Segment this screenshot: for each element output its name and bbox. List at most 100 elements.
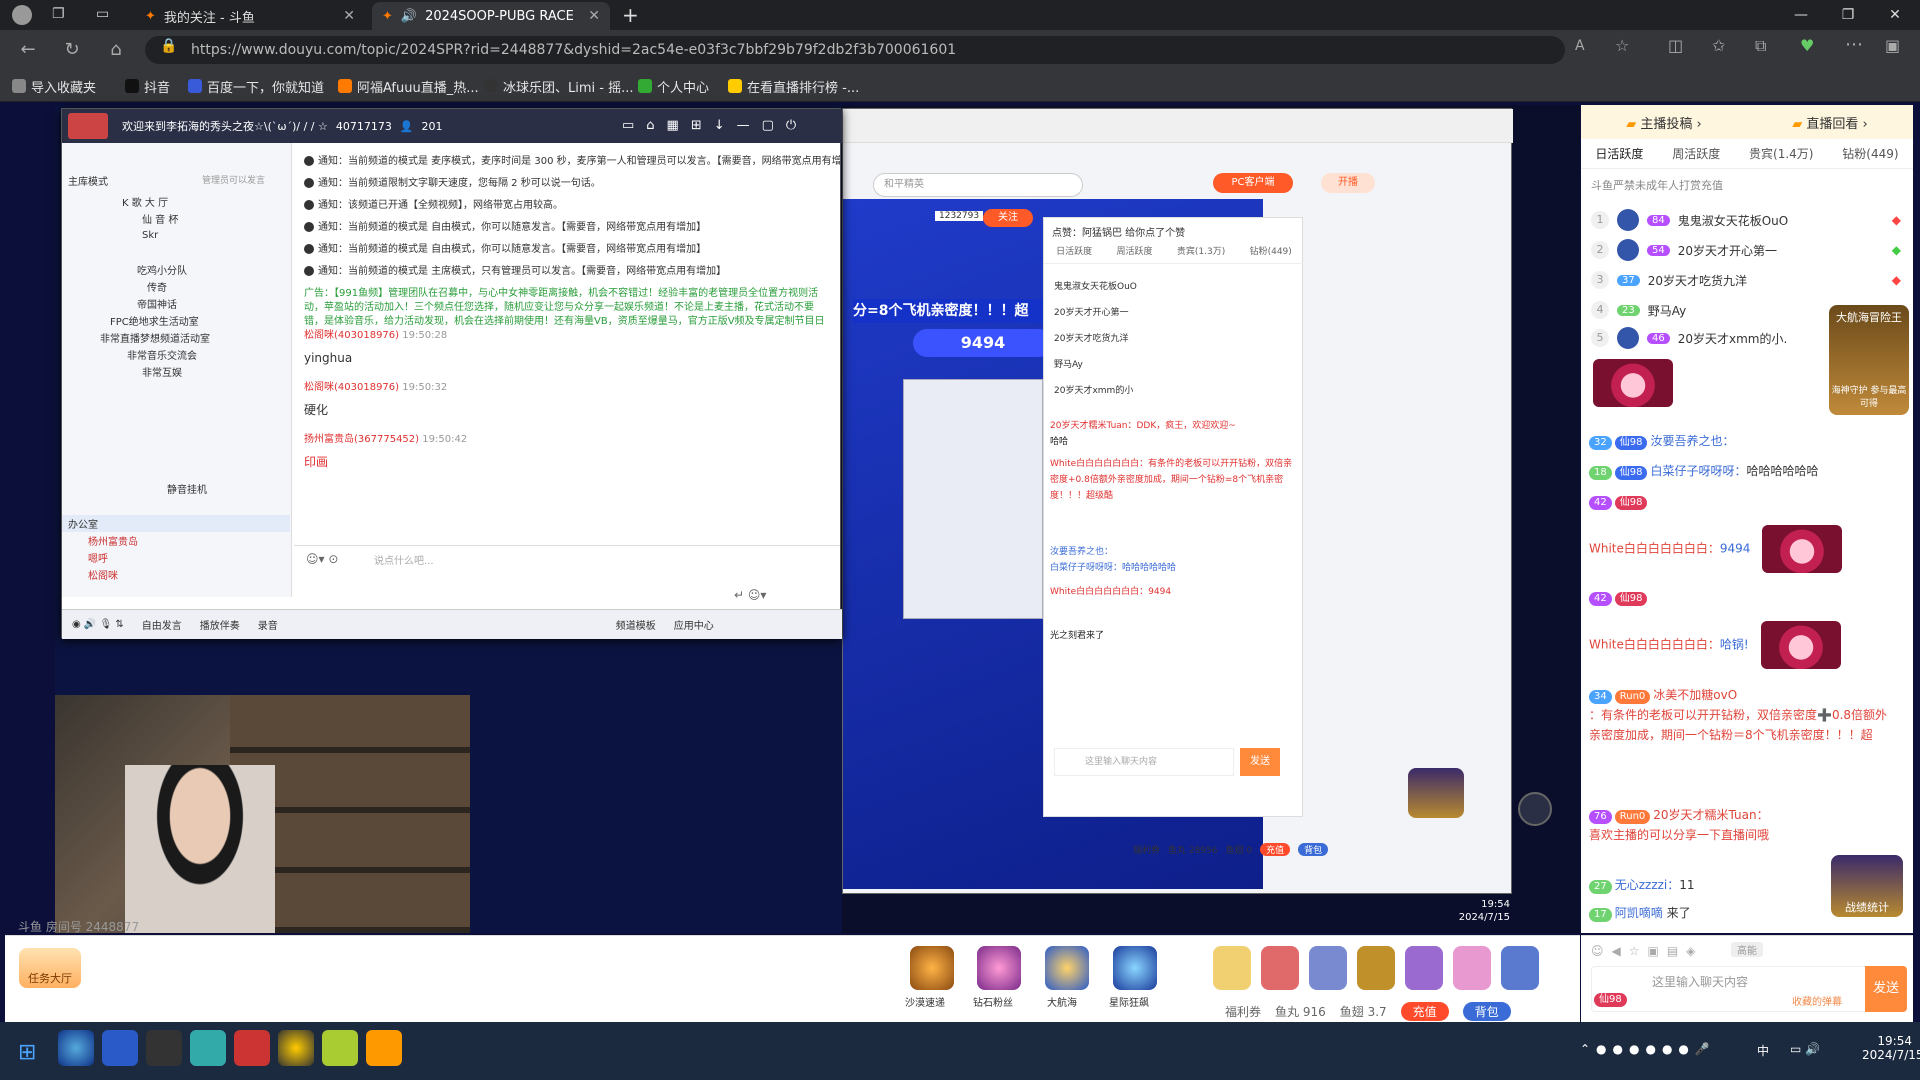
accompaniment-button[interactable]: 播放伴奏: [200, 617, 240, 632]
channel-item[interactable]: 吃鸡小分队: [62, 261, 290, 278]
minimize-icon[interactable]: —: [1778, 0, 1824, 30]
task-hall-button[interactable]: 任务大厅: [19, 948, 81, 988]
inner-tab-fans[interactable]: 钻粉(449): [1250, 244, 1292, 263]
inner-follow-button[interactable]: 关注: [983, 209, 1033, 227]
bookmark-afuuu[interactable]: 阿福Afuuu直播_热...: [338, 76, 479, 96]
app-tool-icon[interactable]: [146, 1030, 182, 1066]
inner-bag[interactable]: 背包: [1298, 843, 1329, 856]
inner-tab-weekly[interactable]: 周活跃度: [1117, 244, 1153, 263]
rank-row[interactable]: 1 84 鬼鬼淑女天花板OuO ◆: [1591, 205, 1901, 235]
notepad-icon[interactable]: [190, 1030, 226, 1066]
inner-welfare[interactable]: 福利券: [1133, 843, 1160, 856]
inner-search-input[interactable]: 和平精英: [873, 173, 1083, 197]
inner-chat-input[interactable]: 这里输入聊天内容: [1054, 748, 1234, 776]
inner-tab-vip[interactable]: 贵宾(1.3万): [1177, 244, 1225, 263]
app-chrome-icon[interactable]: [278, 1030, 314, 1066]
app-center-button[interactable]: 应用中心: [674, 617, 714, 632]
gift-item[interactable]: [1261, 946, 1299, 990]
charge-button[interactable]: 充值: [1400, 1002, 1449, 1021]
tab-pubg-race[interactable]: ✦ 🔊 2024SOOP-PUBG RACE: S ✕: [372, 2, 610, 30]
gift-item[interactable]: [1357, 946, 1395, 990]
gift-item[interactable]: [1309, 946, 1347, 990]
welfare-link[interactable]: 福利券: [1225, 1003, 1261, 1020]
refresh-icon[interactable]: ↻: [58, 36, 86, 64]
inner-tab-daily[interactable]: 日活跃度: [1056, 244, 1092, 263]
gift-desert[interactable]: [910, 946, 954, 990]
chat-user[interactable]: 扬州富贵岛(367775452) 19:50:42: [294, 429, 840, 451]
bag-button[interactable]: 背包: [1462, 1002, 1511, 1021]
speaker-icon[interactable]: 🔊: [401, 9, 417, 24]
profile-icon[interactable]: [12, 5, 32, 25]
lock-icon[interactable]: 🔒: [160, 38, 177, 54]
office-user[interactable]: 嗯呼: [62, 549, 290, 566]
tab-vip[interactable]: 贵宾(1.4万): [1749, 145, 1813, 162]
channel-item[interactable]: 仙 音 杯: [62, 210, 290, 227]
pc-client-button[interactable]: PC客户端: [1213, 173, 1293, 193]
streamer-submission-link[interactable]: ▰ 主播投稿 ›: [1626, 113, 1702, 132]
high-energy-button[interactable]: 高能: [1731, 942, 1763, 957]
tab-weekly[interactable]: 周活跃度: [1672, 145, 1720, 162]
gift-item[interactable]: [1501, 946, 1539, 990]
replay-link[interactable]: ▰ 直播回看 ›: [1792, 113, 1868, 132]
back-icon[interactable]: ←: [14, 36, 42, 64]
extension-icon[interactable]: ♥: [1800, 36, 1814, 55]
url-field[interactable]: https://www.douyu.com/topic/2024SPR?rid=…: [145, 36, 1565, 64]
tab-following[interactable]: ✦ 我的关注 - 斗鱼 ✕: [135, 2, 365, 30]
mic-icon[interactable]: ◉ 🔊 🎙 ⇅: [72, 619, 124, 630]
window-controls[interactable]: ▭⌂▦⊞↓—▢⏻: [622, 118, 808, 133]
system-tray-icons[interactable]: ⌃●●●●●●🎤: [1580, 1042, 1716, 1056]
voice-chat-input[interactable]: 说点什么吧...: [374, 552, 434, 567]
menu-icon[interactable]: ⋯: [1845, 34, 1863, 55]
rank-row[interactable]: 2 54 20岁天才开心第一 ◆: [1591, 235, 1901, 265]
close-tab-icon[interactable]: ✕: [343, 8, 355, 24]
tab-fans[interactable]: 钻粉(449): [1842, 145, 1898, 162]
bookmark-baidu[interactable]: 百度一下，你就知道: [188, 76, 324, 96]
office-user[interactable]: 杨州富贵岛: [62, 532, 290, 549]
gift-voyage[interactable]: [1045, 946, 1089, 990]
rank-row[interactable]: 3 37 20岁天才吃货九洋 ◆: [1591, 265, 1901, 295]
gift-diamond-fan[interactable]: [977, 946, 1021, 990]
free-speech-button[interactable]: 自由发言: [142, 617, 182, 632]
record-button[interactable]: 录音: [258, 617, 278, 632]
restore-icon[interactable]: ❐: [1825, 0, 1871, 30]
split-screen-icon[interactable]: ◫: [1668, 36, 1683, 55]
app-k-icon[interactable]: [102, 1030, 138, 1066]
channel-item[interactable]: 静音挂机: [62, 480, 290, 497]
gift-item[interactable]: [1405, 946, 1443, 990]
channel-item[interactable]: 传奇: [62, 278, 290, 295]
network-volume-icons[interactable]: ▭ 🔊: [1790, 1042, 1820, 1056]
tab-daily[interactable]: 日活跃度: [1595, 145, 1643, 162]
workspaces-icon[interactable]: ❐: [52, 6, 65, 22]
channel-item[interactable]: FPC绝地求生活动室: [62, 312, 290, 329]
sidebar-chat-input[interactable]: 仙98 这里输入聊天内容 收藏的弹幕: [1591, 966, 1867, 1012]
send-icon[interactable]: ↵ ☺▾: [734, 588, 766, 602]
gift-item[interactable]: [1453, 946, 1491, 990]
app-red-icon[interactable]: [234, 1030, 270, 1066]
floating-bubble-icon[interactable]: [1518, 792, 1552, 826]
inner-send-button[interactable]: 发送: [1240, 748, 1280, 776]
new-tab-icon[interactable]: +: [622, 3, 639, 27]
collections-icon[interactable]: ⧉: [1755, 36, 1766, 56]
voyage-promo[interactable]: 大航海冒险王 海神守护 参与最高可得: [1829, 305, 1909, 415]
ime-indicator[interactable]: 中: [1757, 1042, 1769, 1059]
emoji-icon[interactable]: ☺▾ ⊙: [306, 552, 338, 566]
channel-item[interactable]: K 歌 大 厅: [62, 193, 290, 210]
favorite-icon[interactable]: ☆: [1615, 36, 1629, 55]
channel-item[interactable]: 帝国神话: [62, 295, 290, 312]
windows-start-icon[interactable]: ⊞: [18, 1040, 36, 1065]
douyu-app-icon[interactable]: [366, 1030, 402, 1066]
channel-template-button[interactable]: 频道模板: [616, 617, 656, 632]
office-user[interactable]: 松阁咪: [62, 566, 290, 583]
tab-actions-icon[interactable]: ▭: [96, 6, 109, 22]
bookmark-music[interactable]: 冰球乐团、Limi - 摇...: [484, 76, 633, 96]
sidebar-toggle-icon[interactable]: ▣: [1885, 36, 1900, 55]
chat-tools-icons[interactable]: ☺◀☆▣▤◈: [1591, 944, 1703, 958]
home-icon[interactable]: ⌂: [102, 36, 130, 64]
battle-stats-icon[interactable]: [1408, 768, 1464, 818]
channel-item-office[interactable]: 办公室: [62, 515, 290, 532]
edge-icon[interactable]: [58, 1030, 94, 1066]
channel-item[interactable]: Skr: [62, 227, 290, 244]
chat-user[interactable]: 松阁咪(403018976) 19:50:28: [294, 325, 840, 347]
channel-item[interactable]: 非常音乐交流会: [62, 346, 290, 363]
close-tab-icon[interactable]: ✕: [588, 8, 600, 24]
